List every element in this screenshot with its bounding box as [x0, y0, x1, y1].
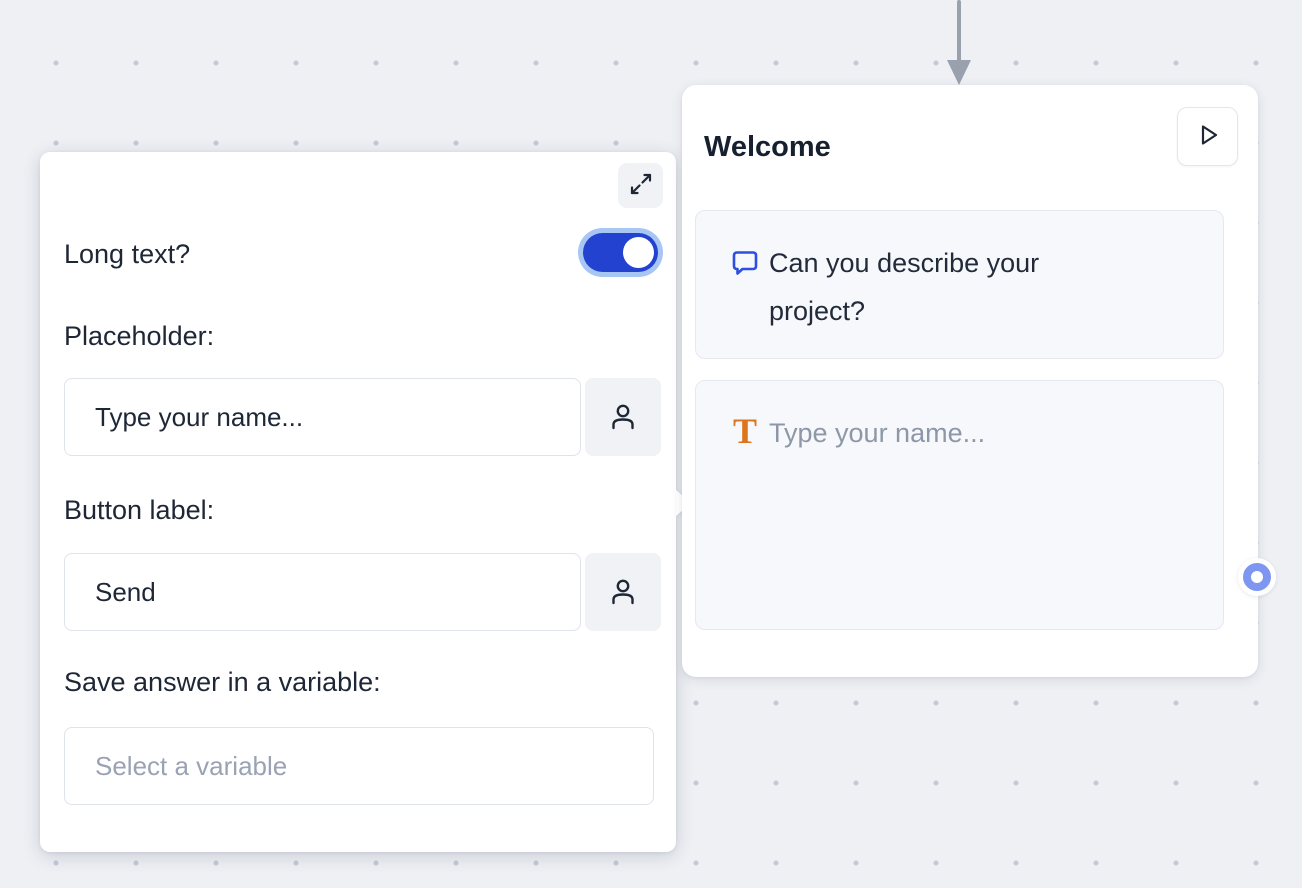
long-text-toggle[interactable]: [578, 228, 663, 277]
toggle-track: [583, 233, 658, 272]
edge-arrowhead-icon: [947, 60, 971, 85]
play-icon: [1193, 120, 1223, 153]
button-label-label: Button label:: [64, 494, 214, 526]
group-title[interactable]: Welcome: [704, 131, 831, 164]
placeholder-input[interactable]: [64, 378, 581, 456]
edge-line: [957, 0, 961, 62]
flow-canvas[interactable]: Long text? Placeholder: Button label:: [0, 0, 1302, 888]
preview-play-button[interactable]: [1177, 107, 1238, 166]
user-icon: [607, 400, 639, 435]
long-text-label: Long text?: [64, 238, 190, 270]
text-input-block[interactable]: T Type your name...: [695, 380, 1224, 630]
input-placeholder-text: Type your name...: [769, 409, 1119, 457]
bubble-text: Can you describe your project?: [769, 239, 1119, 335]
placeholder-label: Placeholder:: [64, 320, 214, 352]
button-label-input[interactable]: [64, 553, 581, 631]
save-variable-label: Save answer in a variable:: [64, 666, 381, 698]
toggle-knob: [623, 237, 654, 268]
group-node-welcome[interactable]: Welcome Can you describe your project? T…: [682, 85, 1258, 677]
input-settings-popover: Long text? Placeholder: Button label:: [40, 152, 676, 852]
text-input-icon: T: [729, 415, 761, 447]
variable-select-input[interactable]: [64, 727, 654, 805]
text-bubble-block[interactable]: Can you describe your project?: [695, 210, 1224, 359]
connection-point[interactable]: [1243, 563, 1271, 591]
insert-variable-button[interactable]: [585, 553, 661, 631]
insert-variable-button[interactable]: [585, 378, 661, 456]
expand-button[interactable]: [618, 163, 663, 208]
chat-bubble-icon: [729, 247, 761, 279]
expand-icon: [626, 169, 656, 202]
user-icon: [607, 575, 639, 610]
